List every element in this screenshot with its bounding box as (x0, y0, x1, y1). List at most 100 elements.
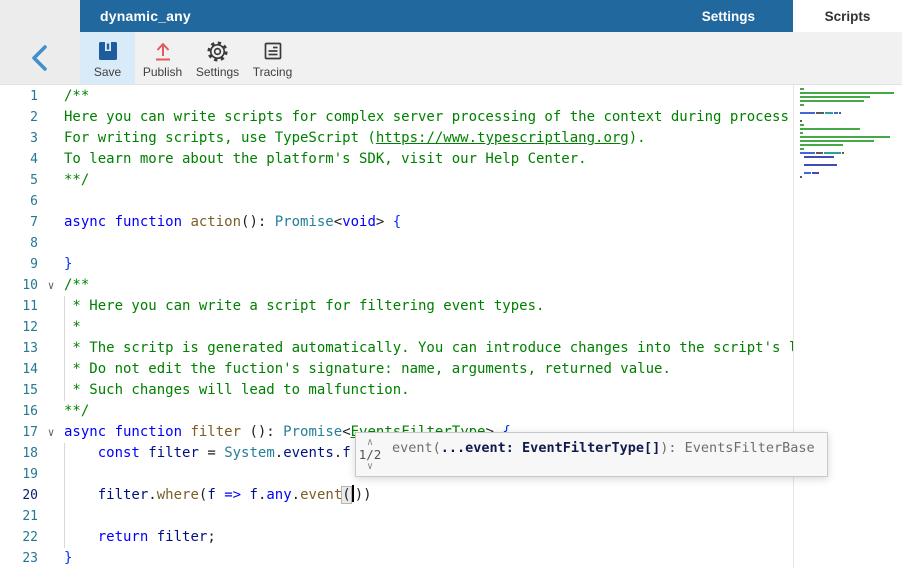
minimap[interactable] (793, 85, 902, 568)
code-token: < (333, 214, 343, 230)
line-number: 16 (22, 404, 38, 419)
code-text: filter.where(f => f.any.event()) (64, 485, 793, 506)
code-token: . (291, 487, 301, 503)
save-button[interactable]: Save (80, 32, 135, 84)
minimap-line (800, 144, 902, 146)
code-token: filter (190, 424, 242, 440)
code-token: return (97, 529, 149, 545)
minimap-segment (800, 140, 874, 142)
minimap-line (800, 152, 902, 154)
line-number: 22 (22, 530, 38, 545)
minimap-segment (804, 164, 837, 166)
fold-gutter (38, 464, 64, 485)
fold-gutter (38, 149, 64, 170)
code-line[interactable]: 2 Here you can write scripts for complex … (0, 107, 793, 128)
code-text: * The scritp is generated automatically.… (64, 338, 793, 359)
tab-scripts[interactable]: Scripts (793, 0, 902, 32)
code-line[interactable]: 9} (0, 254, 793, 275)
hint-active-param: ...event: EventFilterType[] (440, 440, 661, 456)
code-token: For writing scripts, use TypeScript ( (64, 130, 376, 146)
code-token: async function (64, 214, 191, 230)
page-title: dynamic_any (100, 8, 191, 24)
line-number: 23 (22, 551, 38, 566)
code-line[interactable]: 16 **/ (0, 401, 793, 422)
code-line[interactable]: 3 For writing scripts, use TypeScript (ht… (0, 128, 793, 149)
code-line[interactable]: 13 * The scritp is generated automatical… (0, 338, 793, 359)
line-number: 15 (22, 383, 38, 398)
line-number: 17 (22, 425, 38, 440)
line-number: 19 (22, 467, 38, 482)
fold-gutter (38, 485, 64, 506)
fold-gutter (38, 254, 64, 275)
fold-gutter (38, 359, 64, 380)
back-button[interactable] (0, 32, 80, 84)
minimap-segment (825, 112, 833, 114)
code-line[interactable]: 14 * Do not edit the fuction's signature… (0, 359, 793, 380)
minimap-segment (800, 128, 860, 130)
code-line[interactable]: 1 /** (0, 86, 793, 107)
minimap-segment (800, 104, 804, 106)
code-line[interactable]: 23} (0, 548, 793, 568)
line-number: 2 (30, 110, 38, 125)
parameter-hints-tooltip: ∧ 1/2 ∨ event(...event: EventFilterType[… (355, 432, 828, 477)
code-token: => (224, 487, 242, 503)
line-number: 20 (22, 488, 38, 503)
code-token: /** (64, 277, 90, 293)
code-line[interactable]: 22 return filter; (0, 527, 793, 548)
line-number: 21 (22, 509, 38, 524)
code-text: **/ (64, 401, 793, 422)
minimap-segment (800, 152, 815, 154)
code-token: **/ (64, 403, 90, 419)
code-line[interactable]: 5 **/ (0, 170, 793, 191)
code-area[interactable]: 1 /** 2 Here you can write scripts for comp… (0, 85, 793, 568)
fold-chevron-icon[interactable]: ∨ (38, 422, 64, 443)
line-number: 9 (30, 257, 38, 272)
code-editor: 1 /** 2 Here you can write scripts for comp… (0, 85, 902, 568)
tracing-button[interactable]: Tracing (245, 32, 300, 84)
line-number: 8 (30, 236, 38, 251)
code-line[interactable]: 11 * Here you can write a script for fil… (0, 296, 793, 317)
code-line[interactable]: 6 (0, 191, 793, 212)
save-label: Save (93, 65, 122, 79)
hint-prefix: event( (392, 440, 441, 456)
code-line[interactable]: 4 To learn more about the platform's SDK,… (0, 149, 793, 170)
toolbar: Save Publish Settings Tracing (0, 32, 902, 85)
code-line[interactable]: 20 filter.where(f => f.any.event()) (0, 485, 793, 506)
code-text: return filter; (64, 527, 793, 548)
chevron-down-icon[interactable]: ∨ (367, 461, 373, 472)
fold-gutter (38, 548, 64, 568)
code-text: To learn more about the platform's SDK, … (64, 149, 793, 170)
code-token: /** (64, 88, 90, 104)
chevron-up-icon[interactable]: ∧ (367, 437, 373, 448)
publish-button[interactable]: Publish (135, 32, 190, 84)
code-token: filter (139, 445, 199, 461)
code-token: } (64, 256, 73, 272)
minimap-line (800, 108, 902, 110)
code-text: } (64, 548, 793, 568)
minimap-segment (824, 152, 841, 154)
minimap-segment (804, 156, 834, 158)
settings-button[interactable]: Settings (190, 32, 245, 84)
code-token: * Do not edit the fuction's signature: n… (64, 361, 671, 377)
code-token: void (342, 214, 376, 230)
minimap-segment (804, 172, 811, 174)
code-line[interactable]: 10 ∨/** (0, 275, 793, 296)
minimap-line (800, 100, 902, 102)
minimap-line (800, 88, 902, 90)
code-text: * Do not edit the fuction's signature: n… (64, 359, 793, 380)
fold-gutter (38, 317, 64, 338)
tab-settings[interactable]: Settings (702, 9, 755, 24)
fold-chevron-icon[interactable]: ∨ (38, 275, 64, 296)
text-cursor (351, 485, 354, 502)
code-line[interactable]: 15 * Such changes will lead to malfuncti… (0, 380, 793, 401)
code-line[interactable]: 21 (0, 506, 793, 527)
code-token: ; (207, 529, 216, 545)
code-line[interactable]: 7 async function action(): Promise<void> … (0, 212, 793, 233)
code-token: . (148, 487, 157, 503)
code-token: f (207, 487, 216, 503)
code-line[interactable]: 8 (0, 233, 793, 254)
minimap-line (800, 156, 902, 158)
minimap-segment (800, 120, 802, 122)
code-token: const (97, 445, 140, 461)
code-line[interactable]: 12 * (0, 317, 793, 338)
